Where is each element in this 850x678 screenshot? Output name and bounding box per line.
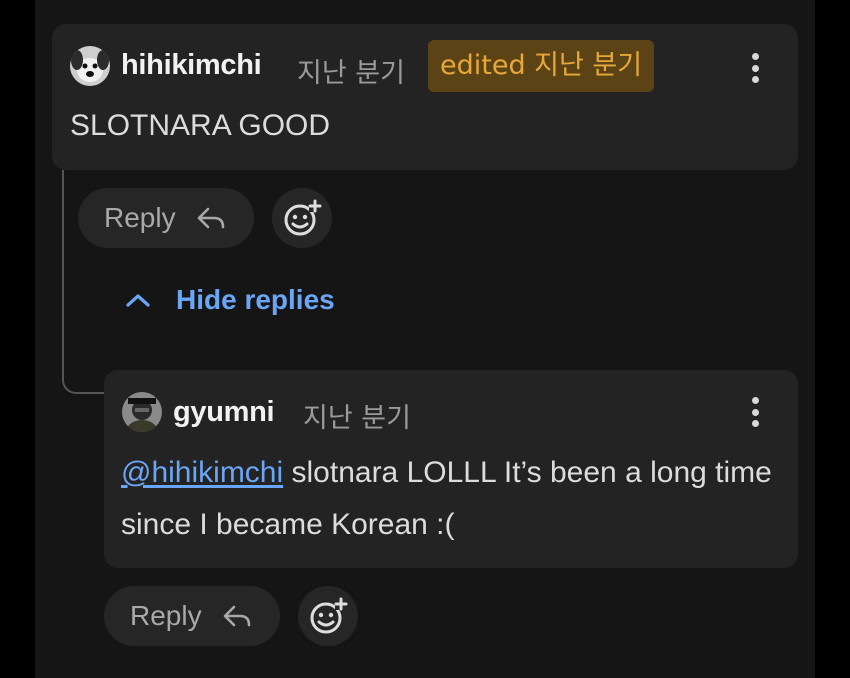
reply-label: Reply (104, 202, 176, 233)
reply-text: @hihikimchi slotnara LOLLL It’s been a l… (121, 447, 791, 551)
reply-author[interactable]: gyumni (173, 396, 275, 429)
mention-link[interactable]: @hihikimchi (121, 456, 283, 489)
chevron-up-icon (126, 294, 150, 307)
hide-replies-button[interactable]: Hide replies (124, 280, 335, 320)
reply-button[interactable]: Reply (104, 586, 280, 646)
add-reaction-button[interactable] (298, 586, 358, 646)
add-reaction-button[interactable] (272, 188, 332, 248)
comment-text: SLOTNARA GOOD (70, 109, 331, 142)
more-options-icon[interactable] (749, 53, 761, 87)
reply-timestamp: 지난 분기 (303, 403, 411, 434)
more-options-icon[interactable] (749, 397, 761, 431)
hide-replies-label: Hide replies (176, 284, 335, 315)
comment-timestamp: 지난 분기 (297, 58, 405, 89)
reply-label: Reply (130, 600, 202, 631)
add-emoji-icon (284, 199, 322, 236)
add-emoji-icon (310, 597, 348, 634)
dog-avatar-icon[interactable] (70, 46, 110, 86)
edited-badge: edited 지난 분기 (428, 40, 654, 92)
reply-icon (197, 207, 224, 229)
user-avatar-icon[interactable] (122, 392, 162, 432)
comment-author[interactable]: hihikimchi (121, 49, 262, 82)
reply-icon (223, 605, 250, 627)
reply-button[interactable]: Reply (78, 188, 254, 248)
